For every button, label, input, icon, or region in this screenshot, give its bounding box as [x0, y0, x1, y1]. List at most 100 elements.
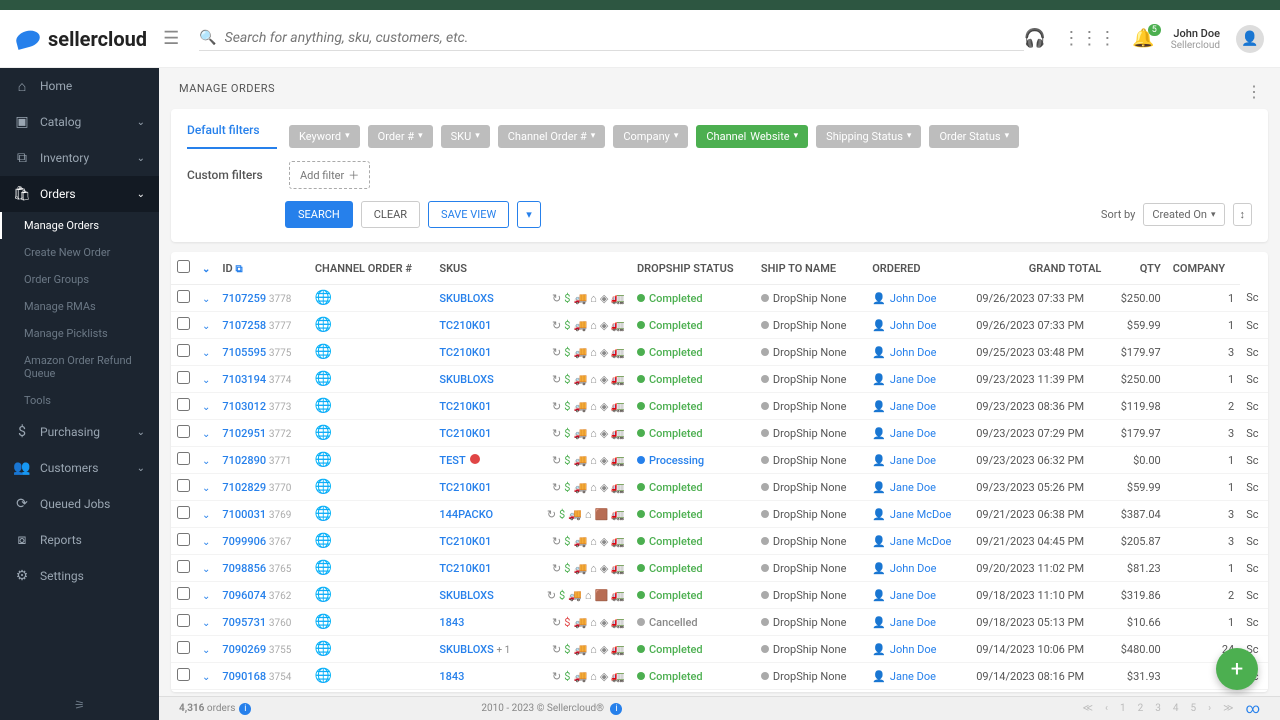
global-search[interactable]: 🔍 [199, 26, 1024, 51]
filter-pill-order-status[interactable]: Order Status ▾ [929, 125, 1019, 148]
sidebar-subitem-manage-picklists[interactable]: Manage Picklists [0, 320, 159, 347]
order-id-link[interactable]: 7090269 [222, 643, 266, 656]
row-checkbox[interactable] [177, 452, 190, 465]
ship-to-link[interactable]: John Doe [890, 562, 937, 575]
table-row[interactable]: ⌄ 7090062 3753 🌐 RONGTA72 ↻ $ 🚚 ⌂ 🟫 🚛 Co… [171, 690, 1268, 693]
sku-link[interactable]: 1843 [439, 616, 464, 629]
copy-icon[interactable]: ⧉ [235, 264, 242, 275]
pagination[interactable]: ≪‹12345›≫ [1082, 703, 1233, 714]
table-row[interactable]: ⌄ 7090269 3755 🌐 SKUBLOXS + 1 ↻ $ 🚚 ⌂ ◈ … [171, 636, 1268, 663]
row-checkbox[interactable] [177, 479, 190, 492]
row-checkbox[interactable] [177, 641, 190, 654]
sku-link[interactable]: SKUBLOXS [439, 643, 493, 656]
expand-row-icon[interactable]: ⌄ [202, 375, 210, 386]
column-header[interactable]: GRAND TOTAL [970, 252, 1107, 285]
filter-pill-channel[interactable]: Channel Website ▾ [696, 125, 808, 148]
sidebar-item-purchasing[interactable]: $Purchasing⌄ [0, 414, 159, 450]
sidebar-subitem-manage-rmas[interactable]: Manage RMAs [0, 293, 159, 320]
sku-link[interactable]: TC210K01 [439, 535, 491, 548]
expand-row-icon[interactable]: ⌄ [202, 510, 210, 521]
table-row[interactable]: ⌄ 7096074 3762 🌐 SKUBLOXS ↻ $ 🚚 ⌂ 🟫 🚛 Co… [171, 582, 1268, 609]
order-id-link[interactable]: 7102829 [222, 481, 266, 494]
row-checkbox[interactable] [177, 506, 190, 519]
expand-row-icon[interactable]: ⌄ [202, 348, 210, 359]
filter-pill-shipping-status[interactable]: Shipping Status ▾ [816, 125, 921, 148]
order-id-link[interactable]: 7107258 [222, 319, 266, 332]
filter-pill-order-[interactable]: Order # ▾ [368, 125, 433, 148]
order-id-link[interactable]: 7107259 [222, 292, 266, 305]
ship-to-link[interactable]: Jane Doe [890, 373, 936, 386]
row-checkbox[interactable] [177, 398, 190, 411]
expand-row-icon[interactable]: ⌄ [202, 672, 210, 683]
add-button[interactable]: + [1216, 648, 1258, 690]
sidebar-subitem-tools[interactable]: Tools [0, 387, 159, 414]
sidebar-item-settings[interactable]: ⚙Settings [0, 558, 159, 594]
table-row[interactable]: ⌄ 7098856 3765 🌐 TC210K01 ↻ $ 🚚 ⌂ ◈ 🚛 Co… [171, 555, 1268, 582]
table-row[interactable]: ⌄ 7105595 3775 🌐 TC210K01 ↻ $ 🚚 ⌂ ◈ 🚛 Co… [171, 339, 1268, 366]
sidebar-item-customers[interactable]: 👥Customers⌄ [0, 450, 159, 486]
table-row[interactable]: ⌄ 7102890 3771 🌐 TEST ↻ $ 🚚 ⌂ ◈ 🚛 Proces… [171, 447, 1268, 474]
apps-icon[interactable]: ⋮⋮⋮ [1062, 28, 1116, 49]
select-all-checkbox[interactable] [177, 260, 190, 273]
sidebar-subitem-manage-orders[interactable]: Manage Orders [0, 212, 159, 239]
row-checkbox[interactable] [177, 317, 190, 330]
save-view-button[interactable]: SAVE VIEW [428, 201, 509, 228]
notifications-icon[interactable]: 🔔5 [1132, 28, 1154, 49]
column-header[interactable] [528, 252, 631, 285]
row-checkbox[interactable] [177, 425, 190, 438]
sku-link[interactable]: TC210K01 [439, 427, 491, 440]
sidebar-item-inventory[interactable]: ⧉Inventory⌄ [0, 140, 159, 176]
avatar[interactable]: 👤 [1236, 25, 1264, 53]
order-id-link[interactable]: 7100031 [222, 508, 266, 521]
page-actions-icon[interactable]: ⋮ [1246, 82, 1262, 101]
ship-to-link[interactable]: Jane Doe [890, 427, 936, 440]
ship-to-link[interactable]: Jane McDoe [890, 535, 951, 548]
order-id-link[interactable]: 7103012 [222, 400, 266, 413]
expand-row-icon[interactable]: ⌄ [202, 294, 210, 305]
menu-toggle-icon[interactable]: ☰ [163, 28, 179, 49]
table-row[interactable]: ⌄ 7099906 3767 🌐 TC210K01 ↻ $ 🚚 ⌂ ◈ 🚛 Co… [171, 528, 1268, 555]
default-filters-tab[interactable]: Default filters [187, 123, 277, 149]
table-row[interactable]: ⌄ 7103012 3773 🌐 TC210K01 ↻ $ 🚚 ⌂ ◈ 🚛 Co… [171, 393, 1268, 420]
sidebar-subitem-order-groups[interactable]: Order Groups [0, 266, 159, 293]
expand-row-icon[interactable]: ⌄ [202, 618, 210, 629]
filter-pill-channel-order-[interactable]: Channel Order # ▾ [498, 125, 606, 148]
ship-to-link[interactable]: John Doe [890, 346, 937, 359]
support-icon[interactable]: 🎧 [1024, 28, 1046, 49]
chevron-down-icon[interactable]: ⌄ [202, 264, 210, 275]
sort-select[interactable]: Created On ▾ [1143, 203, 1224, 226]
row-checkbox[interactable] [177, 560, 190, 573]
column-header[interactable]: SKUS [433, 252, 528, 285]
ship-to-link[interactable]: John Doe [890, 643, 937, 656]
order-id-link[interactable]: 7090168 [222, 670, 266, 683]
ship-to-link[interactable]: Jane Doe [890, 454, 936, 467]
table-row[interactable]: ⌄ 7107258 3777 🌐 TC210K01 ↻ $ 🚚 ⌂ ◈ 🚛 Co… [171, 312, 1268, 339]
order-id-link[interactable]: 7102890 [222, 454, 266, 467]
column-header[interactable]: ORDERED [866, 252, 970, 285]
user-menu[interactable]: John Doe Sellercloud [1171, 27, 1220, 51]
sidebar-subitem-amazon-order-refund-queue[interactable]: Amazon Order Refund Queue [0, 347, 159, 387]
expand-row-icon[interactable]: ⌄ [202, 591, 210, 602]
sort-direction-button[interactable]: ↕ [1233, 203, 1253, 226]
sidebar-item-home[interactable]: ⌂Home [0, 68, 159, 104]
row-checkbox[interactable] [177, 290, 190, 303]
ship-to-link[interactable]: John Doe [890, 292, 937, 305]
sku-link[interactable]: TEST [439, 454, 465, 467]
order-id-link[interactable]: 7096074 [222, 589, 266, 602]
ship-to-link[interactable]: Jane Doe [890, 481, 936, 494]
table-row[interactable]: ⌄ 7090168 3754 🌐 1843 ↻ $ 🚚 ⌂ ◈ 🚛 Comple… [171, 663, 1268, 690]
table-row[interactable]: ⌄ 7103194 3774 🌐 SKUBLOXS ↻ $ 🚚 ⌂ ◈ 🚛 Co… [171, 366, 1268, 393]
sku-link[interactable]: TC210K01 [439, 319, 491, 332]
column-header[interactable]: ID ⧉ [216, 252, 308, 285]
column-header[interactable]: DROPSHIP STATUS [631, 252, 755, 285]
table-row[interactable]: ⌄ 7102951 3772 🌐 TC210K01 ↻ $ 🚚 ⌂ ◈ 🚛 Co… [171, 420, 1268, 447]
ship-to-link[interactable]: Jane Doe [890, 616, 936, 629]
clear-button[interactable]: CLEAR [361, 201, 420, 228]
expand-row-icon[interactable]: ⌄ [202, 483, 210, 494]
column-header[interactable]: COMPANY [1167, 252, 1240, 285]
add-filter-button[interactable]: Add filter ＋ [289, 161, 370, 189]
save-view-dropdown[interactable]: ▾ [517, 201, 541, 228]
expand-row-icon[interactable]: ⌄ [202, 402, 210, 413]
order-id-link[interactable]: 7105595 [222, 346, 266, 359]
expand-row-icon[interactable]: ⌄ [202, 456, 210, 467]
